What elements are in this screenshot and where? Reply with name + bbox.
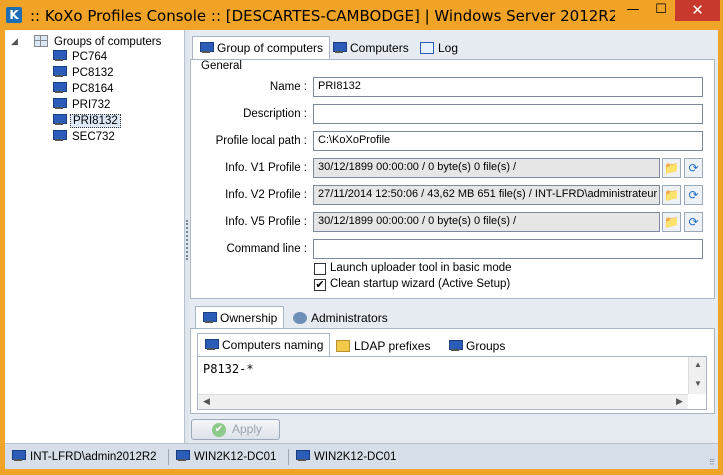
v5-refresh-icon[interactable]: ⟳	[684, 212, 703, 232]
status-user-label: INT-LFRD\admin2012R2	[30, 451, 157, 463]
scroll-left-icon[interactable]: ◀	[203, 396, 210, 407]
computer-icon	[52, 82, 67, 94]
status-separator	[288, 449, 289, 465]
uploader-basic-checkbox[interactable]	[314, 263, 326, 275]
v5-folder-icon[interactable]: 📁	[662, 212, 681, 232]
status-user: INT-LFRD\admin2012R2	[11, 448, 157, 466]
tree-expander-icon[interactable]: ◢	[11, 36, 18, 47]
tab-ownership[interactable]: Ownership	[195, 306, 285, 329]
ldap-book-icon	[336, 340, 350, 352]
profile-path-field[interactable]: C:\KoXoProfile	[313, 131, 703, 151]
uploader-basic-label: Launch uploader tool in basic mode	[330, 262, 512, 274]
name-label: Name :	[269, 81, 307, 93]
close-button[interactable]: ✕	[675, 0, 720, 21]
tab-label: Groups	[466, 339, 506, 353]
splitter-grip	[186, 220, 188, 260]
clean-startup-checkbox[interactable]: ✔	[314, 279, 326, 291]
tree-item-label: PC764	[72, 51, 108, 63]
vertical-scrollbar[interactable]: ▲ ▼	[688, 357, 706, 394]
tab-label: Ownership	[220, 311, 278, 325]
computer-icon	[52, 66, 67, 78]
computer-icon	[204, 339, 219, 351]
description-field[interactable]	[313, 104, 703, 124]
tree-item-pri732[interactable]: PRI732	[52, 97, 112, 113]
tree-item-pc8164[interactable]: PC8164	[52, 81, 116, 97]
status-server-1: WIN2K12-DC01	[175, 448, 276, 466]
v1-profile-field: 30/12/1899 00:00:00 / 0 byte(s) 0 file(s…	[313, 158, 660, 178]
horizontal-scrollbar[interactable]: ◀ ▶	[198, 394, 688, 409]
tree-item-pc764[interactable]: PC764	[52, 49, 109, 65]
tree-item-label: SEC732	[72, 131, 115, 143]
scroll-right-icon[interactable]: ▶	[676, 396, 683, 407]
administrators-icon	[293, 312, 307, 324]
tree-item-pc8132[interactable]: PC8132	[52, 65, 116, 81]
scroll-up-icon[interactable]: ▲	[694, 360, 702, 369]
server-icon	[295, 450, 310, 461]
app-icon[interactable]: K	[6, 7, 22, 23]
tree-item-sec732[interactable]: SEC732	[52, 129, 117, 145]
status-server-label: WIN2K12-DC01	[194, 451, 277, 463]
tree-item-pri8132[interactable]: PRI8132	[52, 113, 121, 129]
v2-folder-icon[interactable]: 📁	[662, 185, 681, 205]
command-line-field[interactable]	[313, 239, 703, 259]
tab-group-of-computers[interactable]: Group of computers	[192, 36, 331, 61]
status-server-label: WIN2K12-DC01	[314, 451, 397, 463]
computer-icon	[52, 114, 67, 126]
v2-profile-label: Info. V2 Profile :	[225, 189, 307, 201]
status-bar: INT-LFRD\admin2012R2 WIN2K12-DC01 WIN2K1…	[5, 443, 718, 469]
v5-profile-field: 30/12/1899 00:00:00 / 0 byte(s) 0 file(s…	[313, 212, 660, 232]
splitter[interactable]	[185, 30, 189, 443]
v2-profile-field: 27/11/2014 12:50:06 / 43,62 MB 651 file(…	[313, 185, 660, 205]
tab-label: Group of computers	[217, 41, 324, 55]
computer-group-icon	[199, 42, 214, 54]
tab-label: Log	[438, 41, 459, 55]
window-title: :: KoXo Profiles Console :: [DESCARTES-C…	[30, 7, 615, 25]
user-computer-icon	[11, 450, 26, 461]
tree-root-label: Groups of computers	[54, 36, 162, 48]
description-label: Description :	[243, 108, 307, 120]
name-field[interactable]: PRI8132	[313, 77, 703, 97]
v1-refresh-icon[interactable]: ⟳	[684, 158, 703, 178]
computer-icon	[202, 312, 217, 324]
clean-startup-label: Clean startup wizard (Active Setup)	[330, 278, 511, 290]
command-line-label: Command line :	[226, 243, 307, 255]
scroll-down-icon[interactable]: ▼	[694, 379, 702, 388]
maximize-button[interactable]: ☐	[647, 0, 675, 21]
minimize-button[interactable]: —	[619, 0, 647, 21]
tab-computers[interactable]: Computers	[326, 37, 415, 61]
check-icon: ✔	[212, 423, 226, 437]
v1-folder-icon[interactable]: 📁	[662, 158, 681, 178]
profile-path-label: Profile local path :	[215, 135, 307, 147]
tab-label: Computers	[350, 41, 409, 55]
status-server-2: WIN2K12-DC01	[295, 448, 396, 466]
v1-profile-label: Info. V1 Profile :	[225, 162, 307, 174]
tree-root[interactable]: Groups of computers	[34, 34, 163, 50]
tree-item-label: PRI732	[72, 99, 111, 111]
status-separator	[168, 449, 169, 465]
computer-icon	[52, 98, 67, 110]
computer-icon	[332, 42, 347, 54]
tab-label: LDAP prefixes	[354, 339, 431, 353]
tab-label: Administrators	[311, 311, 388, 325]
v5-profile-label: Info. V5 Profile :	[225, 216, 307, 228]
apply-button[interactable]: ✔ Apply	[191, 419, 280, 440]
general-group-title: General	[201, 60, 242, 72]
tree-item-label: PC8164	[72, 83, 114, 95]
computer-icon	[52, 50, 67, 62]
log-icon	[420, 42, 434, 54]
tab-log[interactable]: Log	[414, 37, 464, 61]
v2-refresh-icon[interactable]: ⟳	[684, 185, 703, 205]
tree-item-label: PC8132	[72, 67, 114, 79]
apply-label: Apply	[232, 422, 263, 436]
computer-group-icon	[34, 35, 48, 47]
server-icon	[175, 450, 190, 461]
group-icon	[448, 340, 463, 352]
title-bar[interactable]: K :: KoXo Profiles Console :: [DESCARTES…	[0, 0, 723, 30]
tab-computers-naming[interactable]: Computers naming	[197, 333, 331, 357]
tab-label: Computers naming	[222, 338, 324, 352]
computers-naming-textarea[interactable]: P8132-*	[198, 357, 688, 394]
tree-item-label: PRI8132	[70, 114, 121, 128]
computer-icon	[52, 130, 67, 142]
resize-grip-icon[interactable]: ⠿	[709, 458, 715, 467]
